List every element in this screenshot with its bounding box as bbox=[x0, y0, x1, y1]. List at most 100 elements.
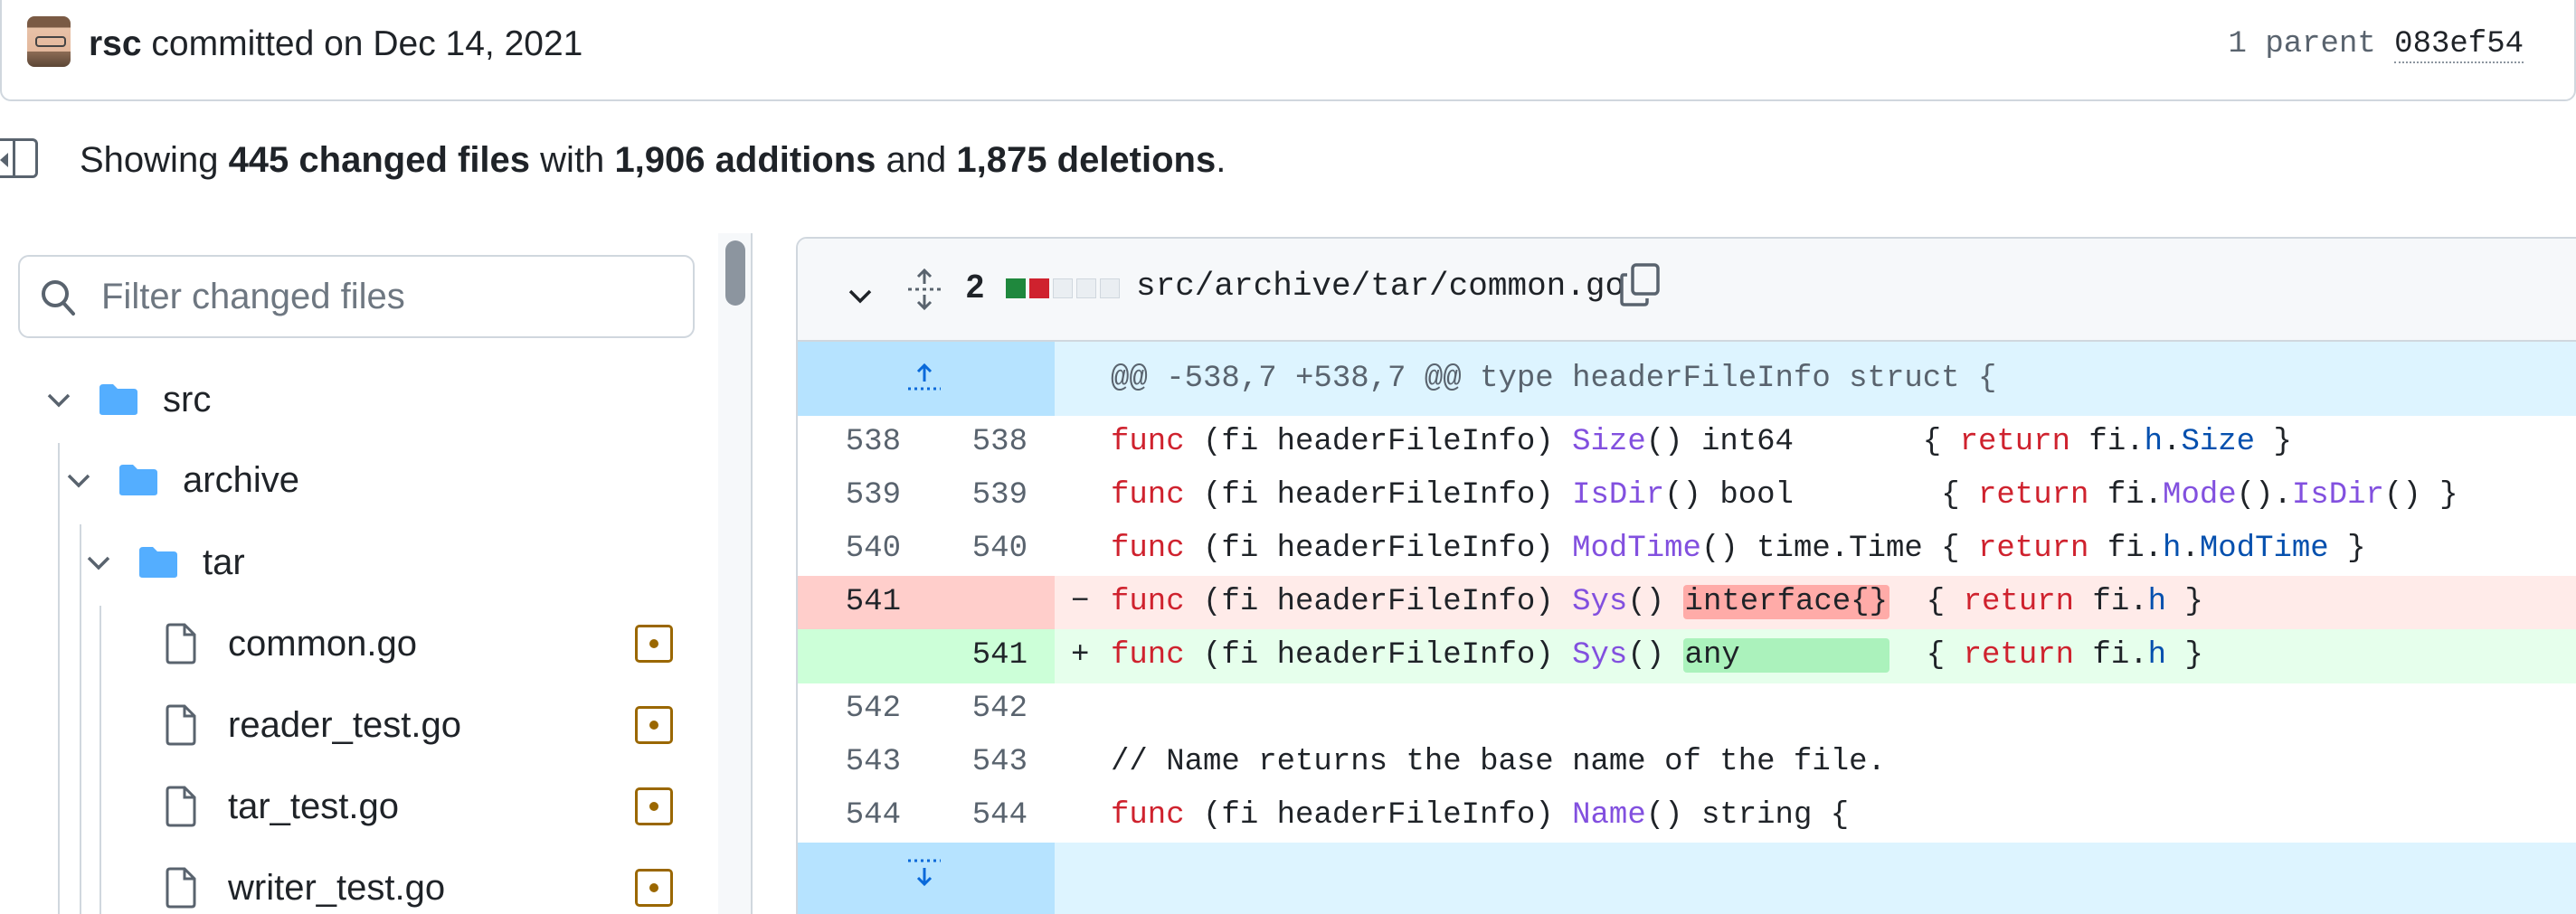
code-token: } bbox=[2328, 532, 2366, 566]
diff-line[interactable]: 540 540 func (fi headerFileInfo) ModTime… bbox=[798, 523, 2576, 577]
tree-file-common-go[interactable]: common.go bbox=[165, 608, 417, 679]
tree-guide bbox=[99, 606, 101, 914]
diff-file-header: 2 src/archive/tar/common.go bbox=[798, 239, 2576, 342]
line-code: func (fi headerFileInfo) IsDir() bool { … bbox=[1111, 478, 2458, 513]
code-token: ModTime bbox=[1572, 532, 1701, 566]
hunk-header-row: @@ -538,7 +538,7 @@ type headerFileInfo … bbox=[798, 342, 2576, 416]
diff-line[interactable]: 539 539 func (fi headerFileInfo) IsDir()… bbox=[798, 469, 2576, 523]
code-token: . bbox=[2163, 425, 2182, 459]
old-line-number[interactable]: 539 bbox=[810, 478, 901, 513]
filter-files-field bbox=[18, 255, 695, 338]
code-token: (). bbox=[2236, 478, 2292, 513]
diff-line-deleted[interactable]: 541 − func (fi headerFileInfo) Sys() int… bbox=[798, 576, 2576, 630]
diff-file-path-link[interactable]: src/archive/tar/common.go bbox=[1136, 268, 1624, 305]
expand-footer-row bbox=[798, 843, 2576, 914]
tree-folder-src[interactable]: src bbox=[43, 364, 211, 435]
tree-folder-archive[interactable]: archive bbox=[63, 445, 299, 515]
new-line-number[interactable]: 541 bbox=[937, 638, 1028, 673]
code-token: (fi headerFileInfo) bbox=[1184, 425, 1573, 459]
old-line-number[interactable]: 540 bbox=[810, 532, 901, 566]
tree-guide bbox=[80, 524, 81, 914]
tree-folder-label: tar bbox=[203, 542, 245, 582]
tree-file-writer-test-go[interactable]: writer_test.go bbox=[165, 853, 445, 914]
tree-file-reader-test-go[interactable]: reader_test.go bbox=[165, 690, 461, 760]
code-token: fi. bbox=[2074, 585, 2148, 619]
old-line-number[interactable]: 538 bbox=[810, 425, 901, 459]
diff-line[interactable]: 538 538 func (fi headerFileInfo) Size() … bbox=[798, 416, 2576, 470]
new-line-number[interactable]: 539 bbox=[937, 478, 1028, 513]
old-line-number[interactable]: 544 bbox=[810, 798, 901, 833]
line-code: func (fi headerFileInfo) Sys() interface… bbox=[1111, 585, 2203, 619]
diff-line-added[interactable]: 541 + func (fi headerFileInfo) Sys() any… bbox=[798, 629, 2576, 683]
tree-guide bbox=[58, 443, 60, 914]
parent-sha-link[interactable]: 083ef54 bbox=[2394, 27, 2524, 63]
tree-file-tar-test-go[interactable]: tar_test.go bbox=[165, 771, 399, 842]
scrollbar-thumb[interactable] bbox=[725, 240, 745, 306]
code-token: Mode bbox=[2163, 478, 2237, 513]
commit-author-link[interactable]: rsc bbox=[89, 24, 142, 63]
new-line-number[interactable]: 543 bbox=[937, 745, 1028, 779]
code-token: fi. bbox=[2088, 532, 2164, 566]
file-icon bbox=[166, 704, 196, 746]
diff-line[interactable]: 544 544 func (fi headerFileInfo) Name() … bbox=[798, 789, 2576, 843]
code-token: fi. bbox=[2074, 638, 2148, 673]
sidebar-scrollbar[interactable] bbox=[718, 233, 753, 914]
code-token: return bbox=[1959, 425, 2071, 459]
old-line-number[interactable]: 542 bbox=[810, 692, 901, 726]
new-line-number[interactable]: 544 bbox=[937, 798, 1028, 833]
tree-file-label: common.go bbox=[228, 623, 417, 664]
hunk-header-text: @@ -538,7 +538,7 @@ type headerFileInfo … bbox=[1111, 362, 1997, 396]
expand-down-icon bbox=[908, 859, 941, 887]
diffstat-add-block bbox=[1006, 278, 1026, 298]
summary-suffix: . bbox=[1216, 140, 1226, 180]
code-token: Size bbox=[2181, 425, 2256, 459]
summary-files-changed: 445 changed files bbox=[228, 140, 531, 180]
file-modified-icon bbox=[635, 625, 673, 663]
copy-icon[interactable] bbox=[1619, 262, 1661, 307]
old-line-number[interactable]: 541 bbox=[810, 585, 901, 619]
new-line-number[interactable]: 538 bbox=[937, 425, 1028, 459]
file-modified-icon bbox=[635, 706, 673, 744]
diff-line[interactable]: 543 543 // Name returns the base name of… bbox=[798, 736, 2576, 790]
file-modified-icon bbox=[635, 869, 673, 907]
code-token: { bbox=[1889, 638, 1964, 673]
code-token-highlight: interface{} bbox=[1682, 585, 1889, 619]
code-token: . bbox=[2181, 532, 2200, 566]
code-token: () int64 { bbox=[1645, 425, 1960, 459]
file-icon bbox=[166, 786, 196, 827]
code-token: (fi headerFileInfo) bbox=[1184, 478, 1573, 513]
code-token: () } bbox=[2383, 478, 2458, 513]
code-token: h bbox=[2163, 532, 2182, 566]
diffstat-blocks bbox=[1006, 278, 1120, 298]
expand-up-button[interactable] bbox=[798, 342, 1055, 416]
sidebar-toggle-icon[interactable] bbox=[0, 138, 38, 178]
folder-icon bbox=[139, 547, 177, 578]
file-modified-icon bbox=[635, 787, 673, 825]
old-line-number[interactable]: 543 bbox=[810, 745, 901, 779]
new-line-number[interactable]: 542 bbox=[937, 692, 1028, 726]
expand-down-button[interactable] bbox=[798, 843, 1055, 914]
code-token: func bbox=[1111, 532, 1185, 566]
addition-marker: + bbox=[1071, 638, 1090, 673]
code-token: (fi headerFileInfo) bbox=[1184, 585, 1573, 619]
expand-icon[interactable] bbox=[906, 266, 942, 313]
search-icon bbox=[42, 280, 75, 316]
code-token: () bool { bbox=[1664, 478, 1978, 513]
commit-header: rsc committed on Dec 14, 2021 1 parent 0… bbox=[0, 0, 2576, 101]
diff-line[interactable]: 542 542 bbox=[798, 683, 2576, 737]
tree-folder-label: archive bbox=[183, 459, 299, 500]
code-token: IsDir bbox=[2291, 478, 2384, 513]
tree-folder-tar[interactable]: tar bbox=[83, 527, 245, 598]
code-token: Name bbox=[1572, 798, 1646, 833]
new-line-number[interactable]: 540 bbox=[937, 532, 1028, 566]
filter-files-input[interactable] bbox=[101, 271, 680, 322]
diffstat-neutral-block bbox=[1100, 278, 1120, 298]
avatar[interactable] bbox=[27, 16, 71, 67]
code-token: return bbox=[1978, 478, 2089, 513]
chevron-down-icon[interactable] bbox=[845, 280, 876, 311]
code-token: return bbox=[1963, 585, 2075, 619]
expand-up-icon bbox=[908, 363, 941, 391]
code-token: () string { bbox=[1645, 798, 1850, 833]
summary-deletions: 1,875 deletions bbox=[956, 140, 1217, 180]
code-token: } bbox=[2255, 425, 2292, 459]
